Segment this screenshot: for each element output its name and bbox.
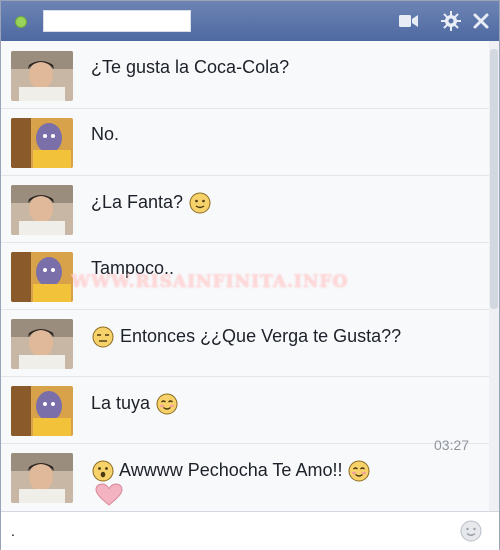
message-row: ¿La Fanta? (1, 175, 489, 243)
message-text: ¿La Fanta? (91, 191, 184, 212)
smile-emoji-icon (189, 192, 211, 214)
message-text: La tuya (91, 392, 151, 413)
unamused-emoji-icon (92, 326, 114, 348)
avatar[interactable] (11, 453, 73, 503)
online-status-dot (15, 16, 27, 28)
avatar[interactable] (11, 319, 73, 369)
scrollbar[interactable] (489, 41, 499, 511)
message-input[interactable] (9, 518, 443, 544)
avatar[interactable] (11, 386, 73, 436)
message-text-row: No. (91, 124, 119, 145)
avatar[interactable] (11, 118, 73, 168)
message-timestamp: 03:27 (434, 437, 470, 453)
message-row: La tuya (1, 376, 489, 444)
message-text: ¿Te gusta la Coca-Cola? (91, 57, 290, 77)
message-text: No. (91, 124, 120, 144)
scrollbar-thumb[interactable] (490, 49, 498, 309)
heart-icon (95, 483, 123, 506)
message-text: Awwww Pechocha Te Amo!! (119, 459, 343, 480)
message-row: Entonces ¿¿Que Verga te Gusta?? (1, 309, 489, 377)
surprised-emoji-icon (92, 460, 114, 482)
avatar[interactable] (11, 51, 73, 101)
close-icon[interactable] (469, 9, 493, 33)
chat-titlebar[interactable] (1, 1, 499, 41)
message-text-row: ¿Te gusta la Coca-Cola? (91, 57, 289, 78)
composer-bar (1, 511, 499, 550)
contact-name[interactable] (43, 10, 191, 32)
gear-icon[interactable] (439, 9, 463, 33)
message-text-row: Awwww Pechocha Te Amo!! (91, 459, 371, 483)
avatar[interactable] (11, 252, 73, 302)
blush-emoji-icon (348, 460, 370, 482)
message-text: Entonces ¿¿Que Verga te Gusta?? (120, 325, 402, 346)
emoji-picker-icon[interactable] (459, 519, 483, 543)
message-text-row: La tuya (91, 392, 179, 416)
message-row: ¿Te gusta la Coca-Cola? (1, 41, 489, 109)
message-row: No. (1, 108, 489, 176)
video-camera-icon[interactable] (396, 9, 420, 33)
blush-emoji-icon (156, 393, 178, 415)
avatar[interactable] (11, 185, 73, 235)
chat-window: ¿Te gusta la Coca-Cola? No. ¿La Fanta? T… (0, 0, 500, 550)
watermark-text: WWW.RISAINFINITA.INFO (71, 272, 349, 292)
message-text-row: Entonces ¿¿Que Verga te Gusta?? (91, 325, 401, 349)
message-row: Awwww Pechocha Te Amo!! (1, 443, 489, 511)
message-text-row: ¿La Fanta? (91, 191, 212, 215)
